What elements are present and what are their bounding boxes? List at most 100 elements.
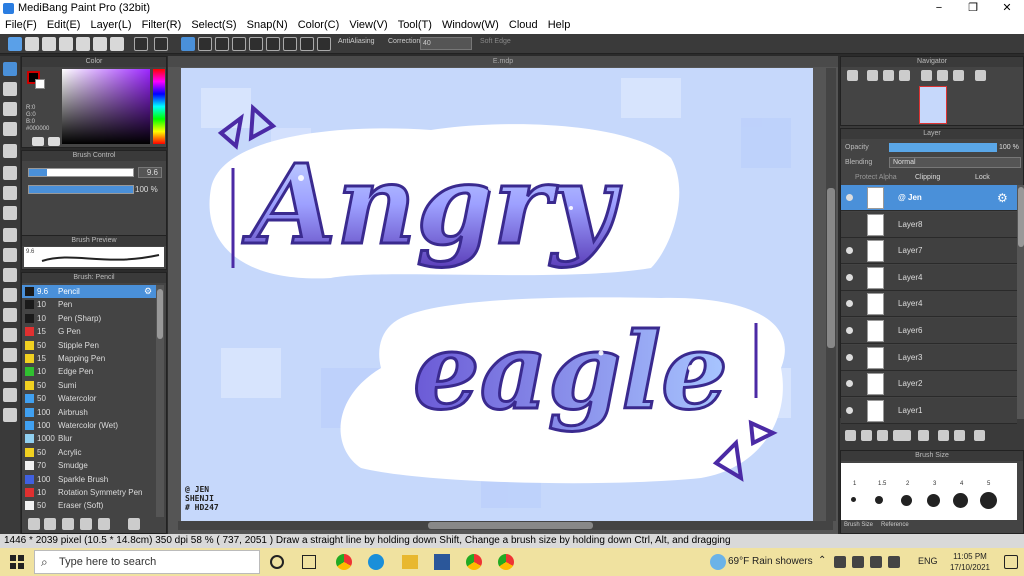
cortana-icon[interactable] (270, 555, 284, 569)
zoom-in-icon[interactable] (847, 70, 858, 81)
brush-size-dot[interactable] (875, 496, 883, 504)
snap-off-icon[interactable] (181, 37, 195, 51)
add-brush-icon[interactable] (28, 518, 40, 530)
soft-edge-checkbox[interactable]: Soft Edge (480, 38, 511, 45)
tray-app-icon[interactable] (834, 556, 846, 568)
brush-item[interactable]: 100 Sparkle Brush (22, 473, 162, 486)
tray-chevron-icon[interactable]: ⌃ (818, 555, 826, 566)
minimize-button[interactable]: − (922, 0, 956, 17)
correction-select[interactable]: 40 (420, 37, 472, 50)
close-button[interactable]: ✕ (990, 0, 1024, 17)
brush-size-option[interactable]: 4 (960, 481, 963, 487)
snap-parallel-icon[interactable] (198, 37, 212, 51)
tab-reference[interactable]: Reference (881, 522, 909, 528)
lock-checkbox[interactable]: Lock (975, 174, 990, 181)
edge-icon[interactable] (368, 554, 384, 570)
network-icon[interactable] (852, 556, 864, 568)
settings-icon[interactable] (317, 37, 331, 51)
rotate-reset-icon[interactable] (937, 70, 948, 81)
brush-copy-icon[interactable] (62, 518, 74, 530)
blending-select[interactable]: Normal (889, 157, 1021, 168)
layer-settings-icon[interactable]: ⚙ (997, 191, 1008, 205)
brush-tool-icon[interactable] (3, 62, 17, 76)
brush-item[interactable]: 50 Eraser (Soft) (22, 499, 162, 512)
layer-visibility-icon[interactable] (846, 353, 853, 361)
shape-tool-icon[interactable] (3, 166, 17, 180)
eyedropper-icon[interactable] (3, 368, 17, 382)
layer-visibility-icon[interactable] (846, 247, 853, 255)
brush-size-dot[interactable] (851, 497, 856, 502)
pen-select-icon[interactable] (3, 122, 17, 136)
snap-curve-icon[interactable] (283, 37, 297, 51)
brush-opacity-slider[interactable] (28, 185, 134, 194)
brush-size-option[interactable]: 2 (906, 481, 909, 487)
brush-size-dot[interactable] (901, 495, 912, 506)
brush-duplicate-icon[interactable] (98, 518, 110, 530)
share-icon[interactable] (59, 37, 73, 51)
menu-layer[interactable]: Layer(L) (91, 17, 132, 34)
cloud-icon[interactable] (8, 37, 22, 51)
menu-select[interactable]: Select(S) (191, 17, 236, 34)
snap-circle-icon[interactable] (266, 37, 280, 51)
merge-layer-icon[interactable] (954, 430, 965, 441)
secondary-color-swatch[interactable] (35, 79, 45, 89)
select-pen-icon[interactable] (3, 288, 17, 302)
brush-item[interactable]: 9.6 Pencil ⚙ (22, 285, 162, 298)
layer-list-scrollbar[interactable] (1017, 185, 1024, 419)
maximize-button[interactable]: ❐ (956, 0, 990, 17)
document-tab[interactable]: E.mdp (168, 56, 838, 67)
flip-icon[interactable] (975, 70, 986, 81)
volume-icon[interactable] (888, 556, 900, 568)
language-indicator[interactable]: ENG (918, 556, 938, 566)
brush-item[interactable]: 15 Mapping Pen (22, 352, 162, 365)
brush-folder-icon[interactable] (80, 518, 92, 530)
snap-grid-icon[interactable] (215, 37, 229, 51)
fill-tool-icon[interactable] (3, 186, 17, 200)
grid-icon[interactable] (110, 37, 124, 51)
text-tool-icon[interactable] (3, 328, 17, 342)
layer-visibility-icon[interactable] (846, 194, 853, 201)
chrome-icon[interactable] (336, 554, 352, 570)
layer-visibility-icon[interactable] (846, 300, 853, 308)
new-halftone-layer-icon[interactable] (861, 430, 872, 441)
rotate-left-icon[interactable] (921, 70, 932, 81)
chrome-profile-icon[interactable] (466, 554, 482, 570)
file-explorer-icon[interactable] (402, 555, 418, 569)
new-8bit-layer-icon[interactable] (877, 430, 888, 441)
clock[interactable]: 11:05 PM 17/10/2021 (942, 551, 998, 573)
snap-radial-icon[interactable] (249, 37, 263, 51)
brush-item[interactable]: 10 Edge Pen (22, 365, 162, 378)
protect-alpha-checkbox[interactable]: Protect Alpha (855, 174, 897, 181)
brush-size-option[interactable]: 1 (853, 481, 856, 487)
layer-menu-icon[interactable] (893, 430, 911, 441)
gradient-tool-icon[interactable] (3, 206, 17, 220)
select-tool-icon[interactable] (3, 228, 17, 242)
layer-row[interactable]: Layer4 (841, 264, 1017, 291)
windows-start-icon[interactable] (10, 555, 24, 569)
comment-icon[interactable] (42, 37, 56, 51)
brush-size-dot[interactable] (980, 492, 997, 509)
menu-window[interactable]: Window(W) (442, 17, 499, 34)
navigator-thumbnail[interactable] (919, 86, 947, 124)
menu-filter[interactable]: Filter(R) (142, 17, 182, 34)
snap-vanish-icon[interactable] (232, 37, 246, 51)
dot-tool-icon[interactable] (3, 102, 17, 116)
color-picker-square[interactable] (62, 69, 150, 144)
canvas-horizontal-scrollbar[interactable] (178, 521, 833, 530)
new-layer-icon[interactable] (845, 430, 856, 441)
delete-layer-icon[interactable] (974, 430, 985, 441)
brush-size-dot[interactable] (953, 493, 968, 508)
notification-icon[interactable] (1004, 555, 1018, 569)
zoom-fit-icon[interactable] (883, 70, 894, 81)
brush-size-dot[interactable] (927, 494, 940, 507)
divide-tool-icon[interactable] (3, 348, 17, 362)
brush-item[interactable]: 50 Acrylic (22, 446, 162, 459)
layer-row[interactable]: Layer2 (841, 371, 1017, 398)
rotate-right-icon[interactable] (953, 70, 964, 81)
paste-icon[interactable] (93, 37, 107, 51)
operation-tool-icon[interactable] (3, 388, 17, 402)
zoom-actual-icon[interactable] (867, 70, 878, 81)
menu-edit[interactable]: Edit(E) (47, 17, 81, 34)
brush-size-value[interactable]: 9.6 (138, 167, 162, 178)
brush-size-option[interactable]: 3 (933, 481, 936, 487)
